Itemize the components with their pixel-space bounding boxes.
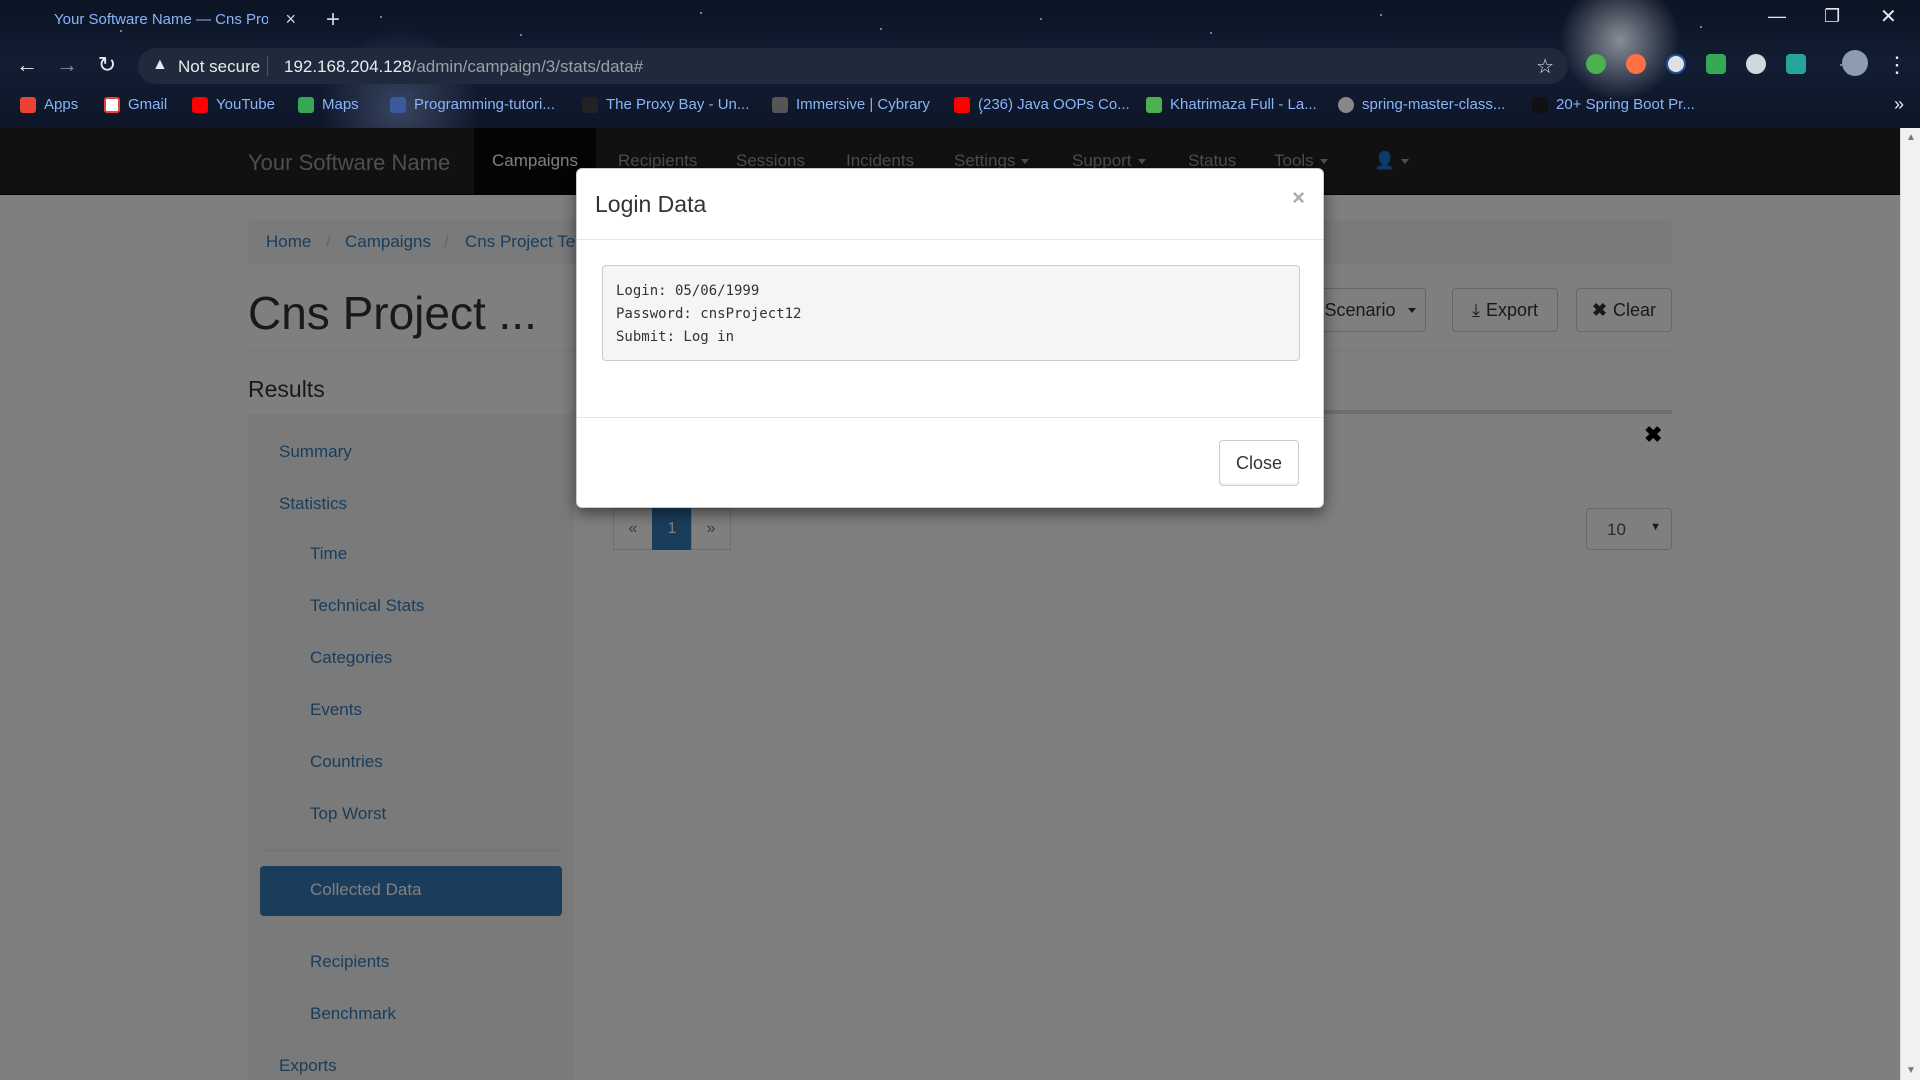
extension-block-icon[interactable] (1666, 54, 1686, 74)
cybrary-icon (772, 96, 788, 113)
minimize-icon[interactable]: — (1768, 6, 1786, 27)
gmail-icon (104, 96, 120, 113)
scroll-up-icon[interactable]: ▲ (1906, 132, 1916, 143)
bookmark-icon (1532, 96, 1548, 113)
maps-icon (298, 96, 314, 113)
browser-menu-icon[interactable]: ⋮ (1886, 52, 1908, 78)
extension-cart-icon[interactable] (1786, 54, 1806, 74)
web-page: Your Software Name Campaigns Recipients … (0, 128, 1900, 1080)
github-icon (1338, 96, 1354, 113)
new-tab-icon[interactable]: + (326, 6, 340, 34)
youtube-icon (954, 96, 970, 113)
modal-close-icon[interactable]: × (1292, 185, 1305, 211)
bookmark-cybrary[interactable]: Immersive | Cybrary (772, 96, 930, 113)
address-bar[interactable]: ▲ Not secure 192.168.204.128/admin/campa… (138, 48, 1568, 84)
bookmark-proxy-bay[interactable]: The Proxy Bay - Un... (582, 96, 749, 113)
window-close-icon[interactable]: ✕ (1880, 4, 1897, 29)
restore-icon[interactable]: ❐ (1824, 6, 1840, 27)
bookmark-spring-boot[interactable]: 20+ Spring Boot Pr... (1532, 96, 1695, 113)
bookmark-maps[interactable]: Maps (298, 96, 359, 113)
bookmark-programming[interactable]: Programming-tutori... (390, 96, 555, 113)
browser-tab[interactable]: Your Software Name — Cns Proje × (34, 0, 306, 40)
bookmark-icon (1146, 96, 1162, 113)
bookmarks-overflow-icon[interactable]: » (1894, 94, 1904, 115)
close-button[interactable]: Close (1219, 440, 1299, 486)
login-data-block: Login: 05/06/1999 Password: cnsProject12… (602, 265, 1300, 361)
extension-shield-icon[interactable] (1706, 54, 1726, 74)
bookmark-spring-master[interactable]: spring-master-class... (1338, 96, 1505, 113)
page-scrollbar[interactable]: ▲ ▼ (1900, 128, 1920, 1080)
bookmark-java-oops[interactable]: (236) Java OOPs Co... (954, 96, 1130, 113)
bookmark-apps[interactable]: Apps (20, 96, 78, 113)
tab-close-icon[interactable]: × (285, 9, 296, 30)
apps-grid-icon (20, 96, 36, 113)
browser-chrome: Your Software Name — Cns Proje × + — ❐ ✕… (0, 0, 1920, 128)
modal-footer: Close (577, 417, 1323, 510)
bookmark-khatrimaza[interactable]: Khatrimaza Full - La... (1146, 96, 1317, 113)
extension-puzzle-icon[interactable] (1586, 54, 1606, 74)
bookmark-youtube[interactable]: YouTube (192, 96, 275, 113)
bookmarks-bar: Apps Gmail YouTube Maps Programming-tuto… (0, 92, 1920, 122)
navigation-toolbar: ← → ↻ ▲ Not secure 192.168.204.128/admin… (0, 44, 1920, 86)
extension-gauge-icon[interactable] (1746, 54, 1766, 74)
scroll-down-icon[interactable]: ▼ (1906, 1065, 1916, 1076)
omnibox-divider (267, 56, 268, 76)
url-host: 192.168.204.128 (284, 57, 412, 76)
profile-avatar[interactable] (1842, 50, 1868, 76)
submit-line: Submit: Log in (616, 329, 735, 345)
modal-title: Login Data (595, 191, 707, 217)
password-line: Password: cnsProject12 (616, 306, 802, 322)
back-icon[interactable]: ← (12, 52, 42, 78)
url-path: /admin/campaign/3/stats/data# (411, 57, 644, 76)
bookmark-star-icon[interactable]: ☆ (1536, 54, 1554, 79)
forward-icon[interactable]: → (52, 52, 82, 78)
login-data-modal: Login Data × Login: 05/06/1999 Password:… (576, 168, 1324, 508)
url-text[interactable]: 192.168.204.128/admin/campaign/3/stats/d… (284, 57, 643, 77)
login-line: Login: 05/06/1999 (616, 283, 760, 299)
bookmark-icon (582, 96, 598, 113)
reload-icon[interactable]: ↻ (92, 52, 122, 78)
modal-header: Login Data × (577, 169, 1323, 240)
security-label[interactable]: Not secure (178, 57, 260, 77)
bookmark-gmail[interactable]: Gmail (104, 96, 167, 113)
warning-icon[interactable]: ▲ (152, 56, 168, 74)
tab-title: Your Software Name — Cns Proje (54, 11, 268, 28)
extension-fire-icon[interactable] (1626, 54, 1646, 74)
bookmark-icon (390, 96, 406, 113)
youtube-icon (192, 96, 208, 113)
